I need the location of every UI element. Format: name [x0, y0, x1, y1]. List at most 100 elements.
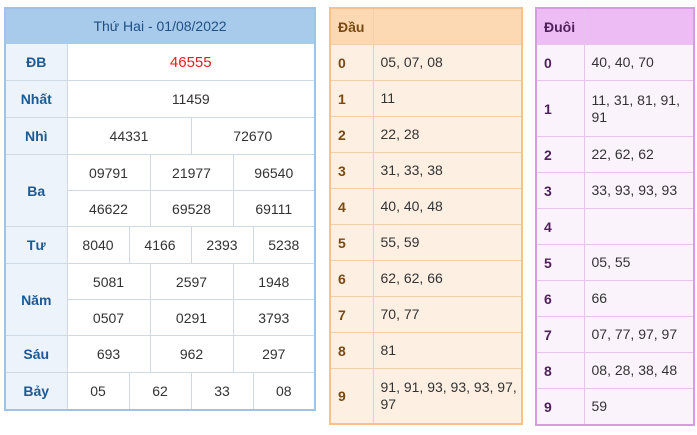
prize-value: 46622	[66, 190, 151, 227]
dau-value: 05, 07, 08	[372, 44, 523, 81]
dau-key: 3	[329, 152, 374, 189]
dau-value: 91, 91, 93, 93, 93, 97, 97	[372, 368, 523, 425]
duoi-header: Đuôi	[535, 7, 585, 45]
dau-value: 40, 40, 48	[372, 188, 523, 225]
prize-label-bay: Bảy	[4, 372, 68, 411]
table-row: 3 31, 33, 38	[329, 152, 523, 189]
prize-value: 1948	[232, 263, 316, 300]
prize-label-tu: Tư	[4, 226, 68, 264]
dau-value: 22, 28	[372, 116, 523, 153]
duoi-value: 33, 93, 93, 93	[583, 172, 695, 209]
duoi-header-empty	[583, 7, 695, 45]
dau-key: 0	[329, 44, 374, 81]
prize-value: 962	[149, 335, 234, 373]
dau-key: 7	[329, 296, 374, 333]
table-row: Ba 09791 21977 96540	[4, 154, 316, 227]
prize-label-nhat: Nhất	[4, 80, 68, 118]
dau-header: Đầu	[329, 7, 374, 45]
prize-value: 0291	[149, 299, 234, 336]
duoi-key: 7	[535, 316, 585, 353]
duoi-key: 3	[535, 172, 585, 209]
duoi-value: 59	[583, 388, 695, 426]
prize-value: 96540	[232, 154, 316, 191]
table-row: Năm 5081 2597 1948	[4, 263, 316, 336]
table-row: 0 40, 40, 70	[535, 44, 695, 81]
prize-value: 33	[190, 372, 254, 411]
prize-value: 5238	[252, 226, 316, 264]
duoi-value: 66	[583, 280, 695, 317]
dau-value: 62, 62, 66	[372, 260, 523, 297]
duoi-value: 05, 55	[583, 244, 695, 281]
duoi-key: 5	[535, 244, 585, 281]
prize-label-db: ĐB	[4, 43, 68, 81]
prize-value: 09791	[66, 154, 151, 191]
table-row: 4	[535, 208, 695, 245]
dau-table: Đầu 0 05, 07, 08 1 11 2 22, 28 3 31, 33, 38 …	[329, 7, 523, 425]
duoi-key: 6	[535, 280, 585, 317]
dau-key: 6	[329, 260, 374, 297]
table-row: Nhì 44331 72670	[4, 117, 316, 155]
dau-value: 11	[372, 80, 523, 117]
duoi-value: 11, 31, 81, 91, 91	[583, 80, 695, 137]
dau-key: 5	[329, 224, 374, 261]
duoi-value: 22, 62, 62	[583, 136, 695, 173]
duoi-key: 1	[535, 80, 585, 137]
prize-value: 69111	[232, 190, 316, 227]
duoi-value	[583, 208, 695, 245]
table-row: 6 66	[535, 280, 695, 317]
dau-header-empty	[372, 7, 523, 45]
table-row: 1 11, 31, 81, 91, 91	[535, 80, 695, 137]
table-row: 3 33, 93, 93, 93	[535, 172, 695, 209]
dau-value: 81	[372, 332, 523, 369]
duoi-key: 4	[535, 208, 585, 245]
prize-value: 62	[128, 372, 192, 411]
prize-value: 4166	[128, 226, 192, 264]
prize-label-nam: Năm	[4, 263, 68, 336]
table-row: 5 55, 59	[329, 224, 523, 261]
prize-value: 21977	[149, 154, 234, 191]
duoi-key: 0	[535, 44, 585, 81]
prize-label-sau: Sáu	[4, 335, 68, 373]
prize-value: 693	[66, 335, 151, 373]
table-row: 0 05, 07, 08	[329, 44, 523, 81]
dau-value: 55, 59	[372, 224, 523, 261]
table-row: 8 81	[329, 332, 523, 369]
dau-value: 70, 77	[372, 296, 523, 333]
duoi-key: 2	[535, 136, 585, 173]
duoi-key: 8	[535, 352, 585, 389]
dau-key: 8	[329, 332, 374, 369]
prize-label-ba: Ba	[4, 154, 68, 227]
duoi-value: 40, 40, 70	[583, 44, 695, 81]
table-row: 9 91, 91, 93, 93, 93, 97, 97	[329, 368, 523, 425]
prize-value: 44331	[66, 117, 192, 155]
table-row: 2 22, 28	[329, 116, 523, 153]
table-row: 9 59	[535, 388, 695, 426]
dau-key: 9	[329, 368, 374, 425]
prize-value: 5081	[66, 263, 151, 300]
dau-key: 1	[329, 80, 374, 117]
table-row: 1 11	[329, 80, 523, 117]
dau-key: 2	[329, 116, 374, 153]
table-row: ĐB 46555	[4, 43, 316, 81]
prize-value: 11459	[66, 80, 316, 118]
prize-value: 2597	[149, 263, 234, 300]
prize-value: 05	[66, 372, 130, 411]
table-row: 4 40, 40, 48	[329, 188, 523, 225]
duoi-table: Đuôi 0 40, 40, 70 1 11, 31, 81, 91, 91 2 22…	[535, 7, 695, 426]
table-row: Tư 8040 4166 2393 5238	[4, 226, 316, 264]
prize-db-value: 46555	[66, 43, 316, 81]
prize-value: 297	[232, 335, 316, 373]
dau-value: 31, 33, 38	[372, 152, 523, 189]
table-row: 5 05, 55	[535, 244, 695, 281]
prize-label-nhi: Nhì	[4, 117, 68, 155]
table-row: 6 62, 62, 66	[329, 260, 523, 297]
duoi-value: 08, 28, 38, 48	[583, 352, 695, 389]
prize-value: 3793	[232, 299, 316, 336]
table-row: Nhất 11459	[4, 80, 316, 118]
table-row: 8 08, 28, 38, 48	[535, 352, 695, 389]
prize-value: 08	[252, 372, 316, 411]
duoi-key: 9	[535, 388, 585, 426]
duoi-value: 07, 77, 97, 97	[583, 316, 695, 353]
prize-value: 8040	[66, 226, 130, 264]
prize-value: 0507	[66, 299, 151, 336]
